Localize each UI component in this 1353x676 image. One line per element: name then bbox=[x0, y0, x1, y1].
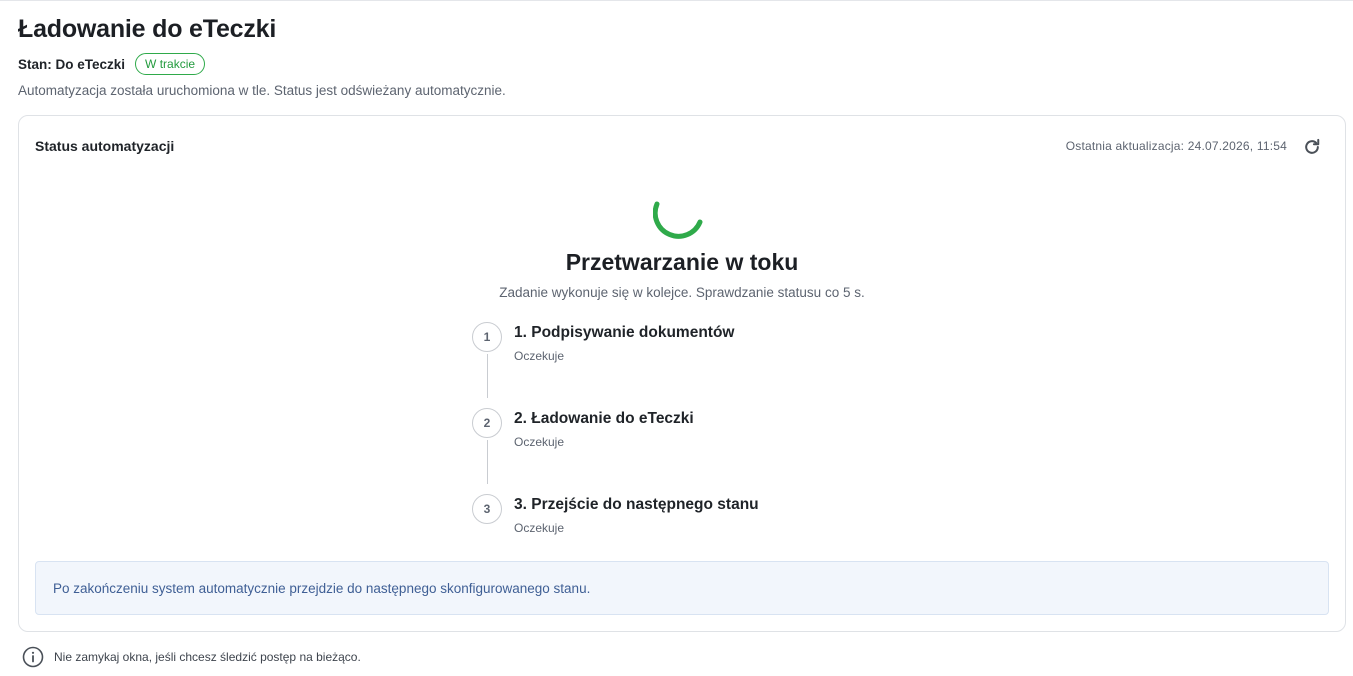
steps-list: 1 1. Podpisywanie dokumentów Oczekuje 2 … bbox=[472, 321, 912, 551]
step-item: 2 2. Ładowanie do eTeczki Oczekuje bbox=[472, 407, 912, 467]
loading-spinner-icon bbox=[653, 201, 703, 239]
state-row: Stan: Do eTeczki W trakcie bbox=[18, 53, 206, 75]
step-number: 2 bbox=[472, 408, 502, 438]
last-update-text: Ostatnia aktualizacja: 24.07.2026, 11:54 bbox=[1065, 139, 1287, 153]
footer-note-text: Nie zamykaj okna, jeśli chcesz śledzić p… bbox=[54, 650, 361, 664]
step-status: Oczekuje bbox=[514, 349, 565, 363]
step-title: 1. Podpisywanie dokumentów bbox=[514, 324, 735, 341]
info-message: Po zakończeniu system automatycznie prze… bbox=[35, 561, 1329, 615]
processing-title: Przetwarzanie w toku bbox=[565, 249, 799, 275]
step-number: 1 bbox=[472, 322, 502, 352]
footer-note: Nie zamykaj okna, jeśli chcesz śledzić p… bbox=[22, 646, 361, 668]
page-subtitle: Automatyzacja została uruchomiona w tle.… bbox=[18, 83, 506, 98]
status-badge: W trakcie bbox=[135, 53, 206, 75]
refresh-icon bbox=[1305, 138, 1320, 154]
step-title: 2. Ładowanie do eTeczki bbox=[514, 410, 694, 427]
page-title: Ładowanie do eTeczki bbox=[18, 15, 277, 43]
page: Ładowanie do eTeczki Stan: Do eTeczki W … bbox=[0, 0, 1353, 676]
processing-subtitle: Zadanie wykonuje się w kolejce. Sprawdza… bbox=[499, 285, 865, 300]
state-label: Stan: Do eTeczki bbox=[18, 56, 126, 72]
step-number: 3 bbox=[472, 494, 502, 524]
step-status: Oczekuje bbox=[514, 435, 565, 449]
card-title: Status automatyzacji bbox=[35, 138, 175, 154]
step-item: 3 3. Przejście do następnego stanu Oczek… bbox=[472, 493, 912, 553]
automation-status-card: Status automatyzacji Ostatnia aktualizac… bbox=[18, 115, 1346, 632]
info-icon bbox=[22, 646, 44, 668]
step-item: 1 1. Podpisywanie dokumentów Oczekuje bbox=[472, 321, 912, 381]
refresh-button[interactable] bbox=[1299, 134, 1325, 160]
step-title: 3. Przejście do następnego stanu bbox=[514, 496, 759, 513]
step-status: Oczekuje bbox=[514, 521, 565, 535]
